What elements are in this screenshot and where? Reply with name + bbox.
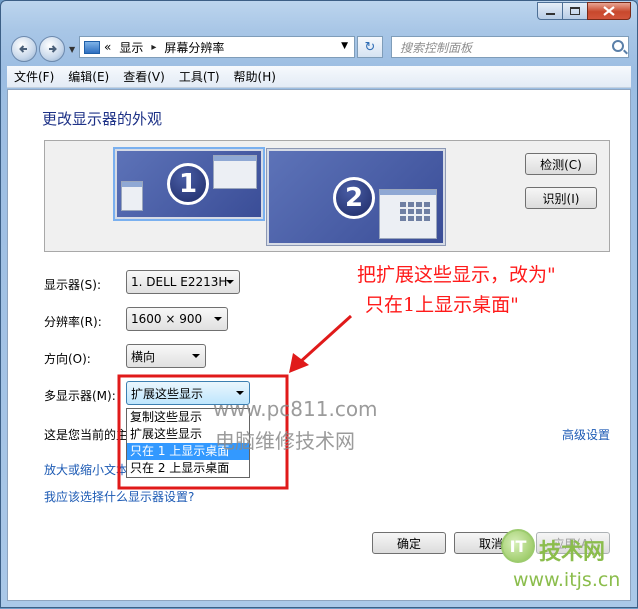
annotation-line-1: 把扩展这些显示，改为" (357, 264, 556, 286)
watermark-site-name: 电脑维修技术网 (215, 429, 355, 453)
brand-url: www.itjs.cn (513, 569, 621, 591)
annotation-line-2: 只在1上显示桌面" (365, 294, 519, 316)
brand-logo-icon: IT (501, 529, 535, 563)
watermark-url: www.pc811.com (213, 397, 378, 421)
control-panel-window: ▼ « 显示 ▸ 屏幕分辨率 ▼ ↻ 搜索控制面板 文件(F) 编辑(E) 查看… (0, 0, 638, 608)
annotation-arrow-line (297, 314, 353, 365)
brand-name: 技术网 (539, 540, 606, 565)
annotation-overlay (117, 314, 353, 490)
